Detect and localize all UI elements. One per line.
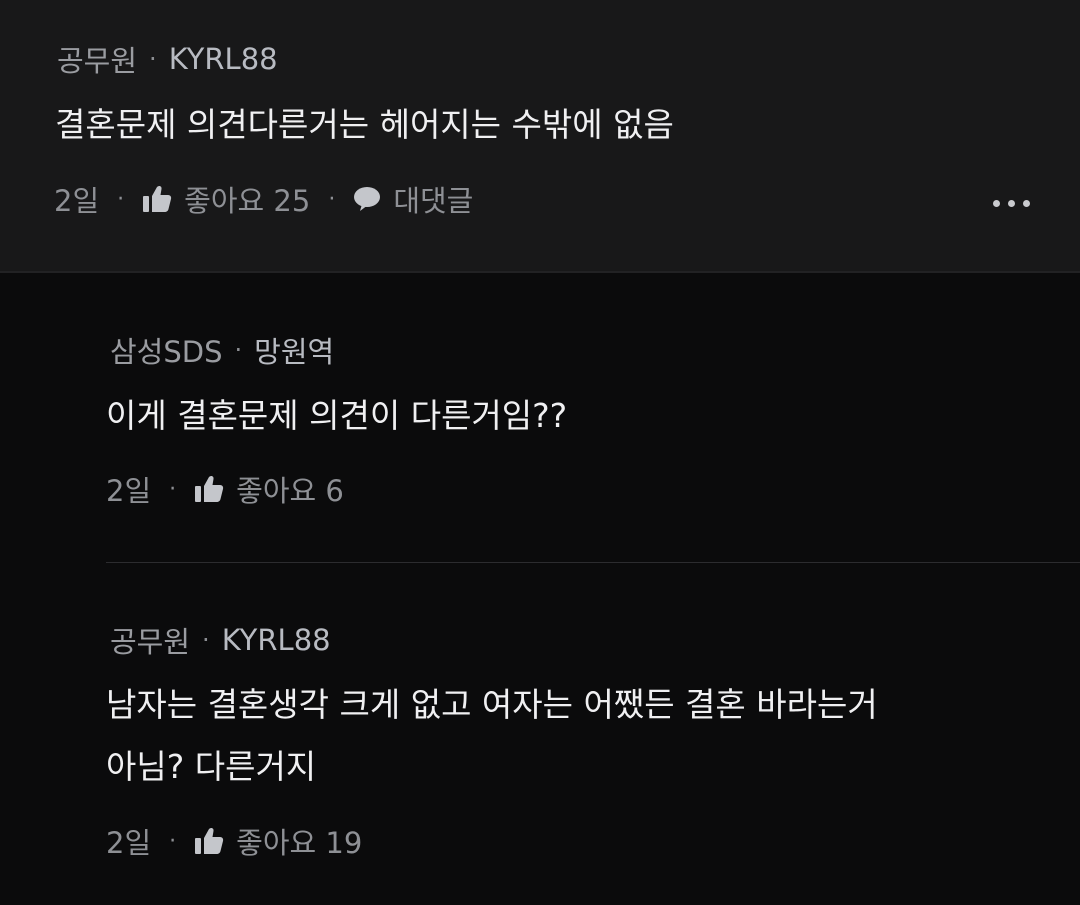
like-label: 좋아요 19	[236, 826, 363, 860]
action-separator: ·	[117, 186, 125, 212]
author-nickname: KYRL88	[221, 623, 331, 657]
reply-text-line-2: 아님? 다른거지	[106, 747, 317, 786]
reply-author[interactable]: 공무원 · KYRL88	[110, 619, 331, 661]
like-button[interactable]: 좋아요 6	[194, 468, 344, 510]
comment-thread: 공무원 · KYRL88 결혼문제 의견다른거는 헤어지는 수밖에 없음 2일 …	[0, 0, 1080, 905]
author-job: 공무원	[57, 44, 138, 78]
reply-label: 대댓글	[393, 184, 474, 218]
reply-divider	[106, 562, 1080, 563]
author-nickname: 망원역	[254, 335, 335, 369]
main-comment: 공무원 · KYRL88 결혼문제 의견다른거는 헤어지는 수밖에 없음 2일 …	[0, 0, 1080, 273]
reply-actions: 2일 · 좋아요 6	[106, 468, 344, 510]
reply-author[interactable]: 삼성SDS · 망원역	[110, 329, 334, 371]
thumbs-up-icon	[194, 827, 224, 855]
meta-separator: ·	[149, 45, 157, 73]
author-nickname: KYRL88	[168, 42, 278, 76]
author-job: 공무원	[110, 625, 191, 659]
like-button[interactable]: 좋아요 25	[142, 178, 310, 220]
more-dots-icon[interactable]	[993, 200, 1030, 207]
author-job: 삼성SDS	[110, 335, 223, 369]
meta-separator: ·	[202, 626, 210, 654]
reply-text: 이게 결혼문제 의견이 다른거임??	[106, 396, 568, 435]
thumbs-up-icon	[142, 185, 172, 213]
like-button[interactable]: 좋아요 19	[194, 820, 362, 862]
like-label: 좋아요 25	[184, 184, 311, 218]
meta-separator: ·	[234, 336, 243, 364]
action-separator: ·	[169, 476, 177, 502]
reply-time: 2일	[106, 474, 152, 508]
comment-time: 2일	[54, 184, 100, 218]
thumbs-up-icon	[194, 475, 224, 503]
reply-time: 2일	[106, 826, 152, 860]
comment-author[interactable]: 공무원 · KYRL88	[57, 38, 278, 80]
reply-button[interactable]: 대댓글	[353, 178, 473, 220]
action-separator: ·	[328, 186, 336, 212]
reply-actions: 2일 · 좋아요 19	[106, 820, 362, 862]
like-label: 좋아요 6	[236, 474, 344, 508]
comment-text: 결혼문제 의견다른거는 헤어지는 수밖에 없음	[55, 105, 674, 144]
reply-text-line-1: 남자는 결혼생각 크게 없고 여자는 어쨌든 결혼 바라는거	[106, 685, 878, 724]
action-separator: ·	[169, 828, 177, 854]
comment-actions: 2일 · 좋아요 25 · 대댓글	[54, 178, 473, 220]
speech-bubble-icon	[353, 186, 381, 212]
